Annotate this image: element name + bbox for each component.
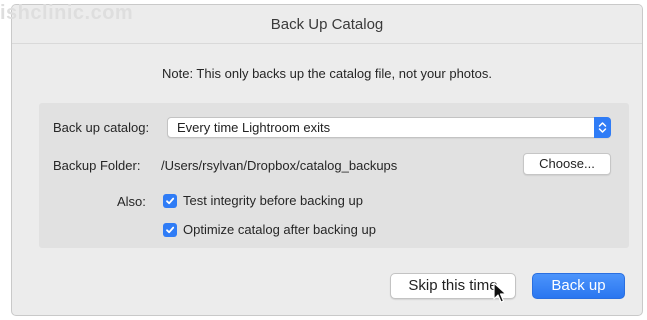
- optimize-catalog-option[interactable]: Optimize catalog after backing up: [163, 222, 376, 237]
- backup-folder-label: Backup Folder:: [53, 158, 141, 173]
- backup-frequency-value: Every time Lightroom exits: [177, 120, 331, 135]
- watermark-text: ishclinic.com: [0, 2, 134, 24]
- optimize-catalog-label: Optimize catalog after backing up: [183, 222, 376, 237]
- backup-folder-path: /Users/rsylvan/Dropbox/catalog_backups: [161, 158, 398, 173]
- test-integrity-label: Test integrity before backing up: [183, 193, 363, 208]
- backup-note: Note: This only backs up the catalog fil…: [161, 66, 492, 81]
- dialog-title: Back Up Catalog: [270, 15, 384, 33]
- back-up-catalog-dialog: Back Up Catalog Note: This only backs up…: [11, 4, 643, 316]
- up-down-chevron-icon: [594, 117, 611, 138]
- back-up-button[interactable]: Back up: [532, 273, 625, 299]
- optimize-catalog-checkbox[interactable]: [163, 222, 177, 237]
- also-label: Also:: [117, 194, 146, 209]
- backup-catalog-label: Back up catalog:: [53, 120, 150, 135]
- backup-frequency-select[interactable]: Every time Lightroom exits: [167, 117, 611, 138]
- checkmark-icon: [166, 197, 175, 204]
- choose-folder-button[interactable]: Choose...: [523, 153, 611, 175]
- screen: Back Up Catalog Note: This only backs up…: [0, 0, 647, 320]
- settings-panel: Back up catalog: Every time Lightroom ex…: [39, 103, 629, 248]
- checkmark-icon: [166, 226, 175, 233]
- mouse-pointer-icon: [493, 282, 507, 303]
- test-integrity-checkbox[interactable]: [163, 193, 177, 208]
- test-integrity-option[interactable]: Test integrity before backing up: [163, 193, 363, 208]
